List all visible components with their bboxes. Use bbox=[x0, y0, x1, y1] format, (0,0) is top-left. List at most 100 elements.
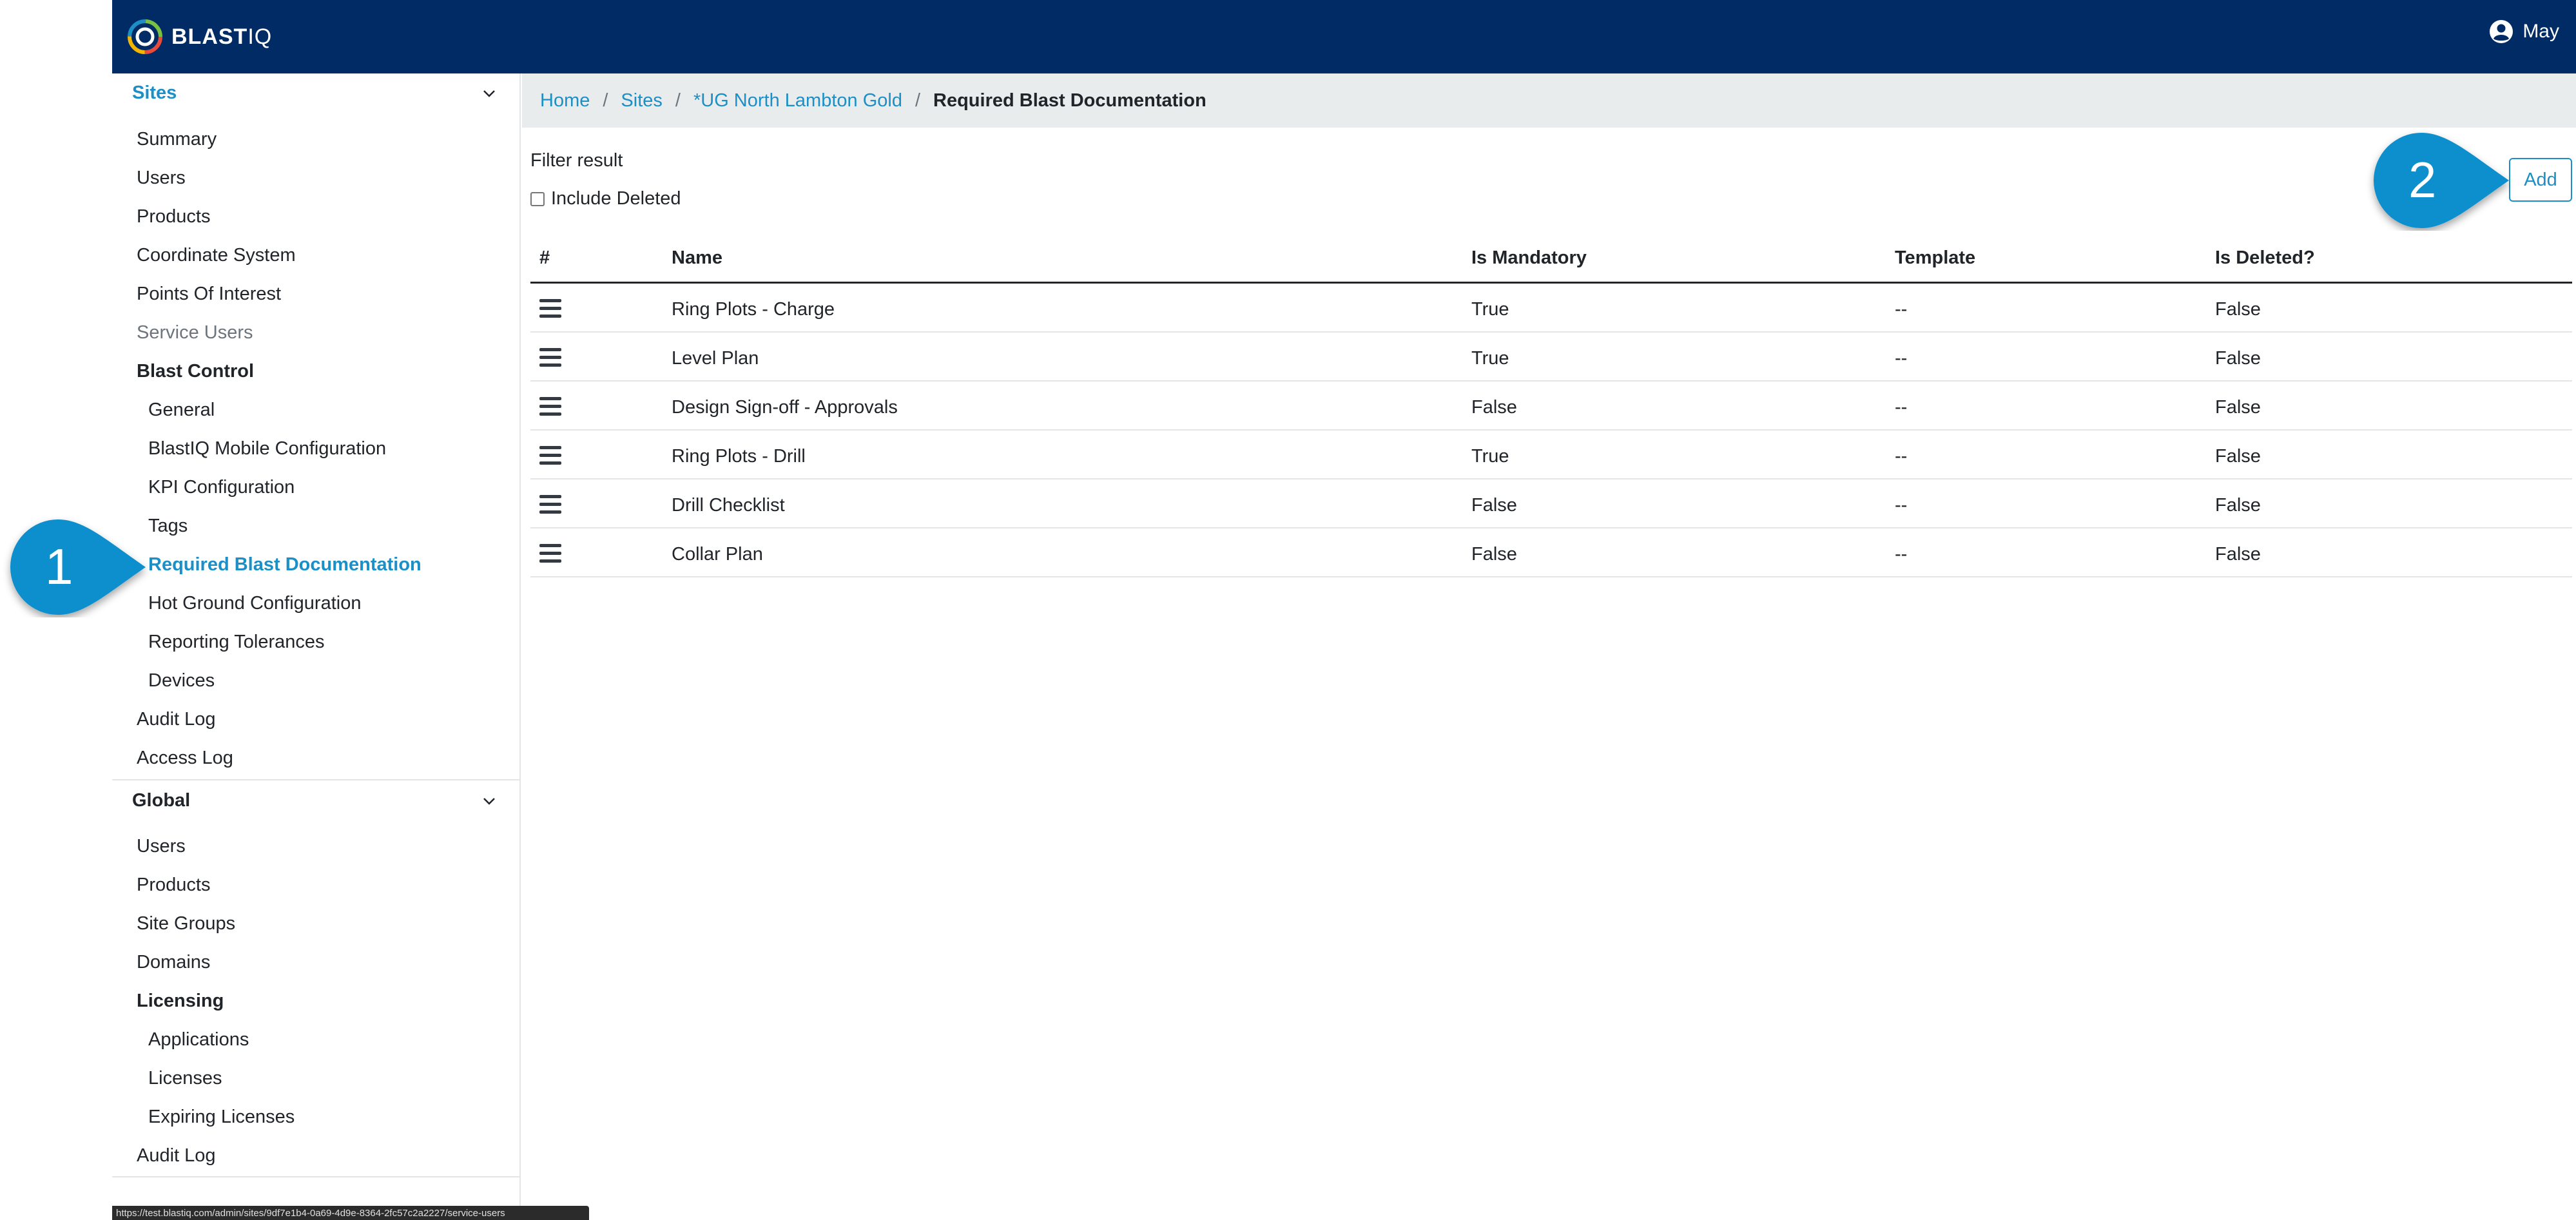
sidebar-item-global-products[interactable]: Products bbox=[137, 875, 210, 896]
sidebar-item-licenses[interactable]: Licenses bbox=[148, 1068, 222, 1089]
sidebar-section-sites[interactable]: Sites bbox=[112, 73, 519, 112]
cell-name: Ring Plots - Drill bbox=[672, 446, 806, 467]
sidebar-item-required-blast-documentation[interactable]: Required Blast Documentation bbox=[148, 554, 421, 576]
cell-is-deleted: False bbox=[2215, 348, 2261, 369]
user-name: May bbox=[2523, 21, 2559, 42]
include-deleted-label[interactable]: Include Deleted bbox=[551, 188, 681, 209]
sidebar-item-products[interactable]: Products bbox=[137, 206, 210, 228]
chevron-down-icon bbox=[483, 90, 495, 97]
column-header-template: Template bbox=[1895, 247, 1976, 268]
blastiq-logo-icon bbox=[128, 19, 162, 54]
user-avatar-icon bbox=[2490, 20, 2513, 43]
documents-table: # Name Is Mandatory Template Is Deleted?… bbox=[530, 240, 2572, 577]
column-header-is-deleted: Is Deleted? bbox=[2215, 247, 2315, 268]
sidebar-item-general[interactable]: General bbox=[148, 400, 215, 421]
cell-name: Level Plan bbox=[672, 348, 759, 369]
cell-template: -- bbox=[1895, 544, 1908, 565]
column-header-name: Name bbox=[672, 247, 722, 268]
cell-is-deleted: False bbox=[2215, 544, 2261, 565]
chevron-down-icon bbox=[483, 798, 495, 805]
table-row[interactable]: Level Plan True -- False bbox=[530, 333, 2572, 382]
callout-number: 2 bbox=[2408, 151, 2437, 208]
drag-handle-icon[interactable] bbox=[539, 544, 561, 563]
drag-handle-icon[interactable] bbox=[539, 299, 561, 318]
sidebar-item-points-of-interest[interactable]: Points Of Interest bbox=[137, 284, 281, 305]
sidebar-item-users[interactable]: Users bbox=[137, 168, 186, 189]
sidebar-section-global[interactable]: Global bbox=[112, 781, 519, 820]
cell-is-mandatory: True bbox=[1471, 348, 1509, 369]
sidebar-item-service-users[interactable]: Service Users bbox=[137, 322, 253, 344]
breadcrumb: Home / Sites / *UG North Lambton Gold / … bbox=[522, 73, 2576, 128]
table-body: Ring Plots - Charge True -- False Level Plan… bbox=[530, 284, 2572, 577]
table-row[interactable]: Drill Checklist False -- False bbox=[530, 479, 2572, 528]
breadcrumb-home[interactable]: Home bbox=[540, 90, 590, 111]
breadcrumb-separator: / bbox=[603, 90, 608, 111]
callout-shape bbox=[10, 519, 146, 615]
cell-name: Design Sign-off - Approvals bbox=[672, 397, 898, 418]
sidebar-item-expiring-licenses[interactable]: Expiring Licenses bbox=[148, 1107, 295, 1128]
table-row[interactable]: Design Sign-off - Approvals False -- False bbox=[530, 382, 2572, 431]
drag-handle-icon[interactable] bbox=[539, 495, 561, 514]
callout-marker: 1 bbox=[0, 517, 152, 617]
sidebar-item-kpi-configuration[interactable]: KPI Configuration bbox=[148, 477, 295, 498]
cell-is-mandatory: False bbox=[1471, 397, 1517, 418]
sidebar-item-applications[interactable]: Applications bbox=[148, 1029, 249, 1051]
sidebar-group-licensing: Licensing bbox=[137, 991, 224, 1011]
sidebar-item-site-groups[interactable]: Site Groups bbox=[137, 913, 235, 934]
table-row[interactable]: Ring Plots - Drill True -- False bbox=[530, 431, 2572, 479]
cell-name: Collar Plan bbox=[672, 544, 763, 565]
sidebar-item-global-users[interactable]: Users bbox=[137, 836, 186, 857]
cell-template: -- bbox=[1895, 446, 1908, 467]
callout-marker: 2 bbox=[2363, 130, 2515, 231]
cell-template: -- bbox=[1895, 495, 1908, 516]
breadcrumb-separator: / bbox=[915, 90, 921, 111]
callout-shape bbox=[2374, 133, 2509, 228]
brand-name-bold: BLAST bbox=[171, 24, 248, 49]
brand-name: BLASTIQ bbox=[171, 24, 272, 50]
cell-is-deleted: False bbox=[2215, 299, 2261, 320]
cell-template: -- bbox=[1895, 348, 1908, 369]
cell-is-mandatory: False bbox=[1471, 495, 1517, 516]
drag-handle-icon[interactable] bbox=[539, 348, 561, 367]
drag-handle-icon[interactable] bbox=[539, 446, 561, 465]
add-button[interactable]: Add bbox=[2509, 158, 2572, 202]
filter-title: Filter result bbox=[530, 150, 623, 171]
sidebar-item-global-audit-log[interactable]: Audit Log bbox=[137, 1145, 216, 1167]
brand-logo[interactable]: BLASTIQ bbox=[126, 18, 272, 55]
sidebar: Sites Summary Users Products Coordinate … bbox=[112, 73, 521, 1220]
cell-name: Drill Checklist bbox=[672, 495, 785, 516]
sidebar-item-summary[interactable]: Summary bbox=[137, 129, 217, 150]
top-navbar: BLASTIQ May bbox=[112, 0, 2576, 73]
sidebar-item-tags[interactable]: Tags bbox=[148, 516, 188, 537]
include-deleted-checkbox[interactable] bbox=[530, 191, 545, 206]
cell-is-deleted: False bbox=[2215, 446, 2261, 467]
cell-is-mandatory: True bbox=[1471, 446, 1509, 467]
sidebar-item-access-log[interactable]: Access Log bbox=[137, 748, 233, 769]
sidebar-item-devices[interactable]: Devices bbox=[148, 670, 215, 692]
column-header-index: # bbox=[539, 247, 550, 268]
drag-handle-icon[interactable] bbox=[539, 397, 561, 416]
column-header-is-mandatory: Is Mandatory bbox=[1471, 247, 1587, 268]
status-bar-url: https://test.blastiq.com/admin/sites/9df… bbox=[112, 1206, 589, 1220]
table-row[interactable]: Ring Plots - Charge True -- False bbox=[530, 284, 2572, 333]
breadcrumb-site[interactable]: *UG North Lambton Gold bbox=[693, 90, 902, 111]
cell-template: -- bbox=[1895, 397, 1908, 418]
include-deleted-row[interactable]: Include Deleted bbox=[530, 188, 681, 209]
sidebar-divider bbox=[112, 1176, 519, 1177]
cell-is-deleted: False bbox=[2215, 397, 2261, 418]
cell-is-deleted: False bbox=[2215, 495, 2261, 516]
sidebar-item-domains[interactable]: Domains bbox=[137, 952, 210, 973]
user-menu[interactable]: May bbox=[2489, 19, 2559, 44]
sidebar-item-reporting-tolerances[interactable]: Reporting Tolerances bbox=[148, 632, 325, 653]
sidebar-divider bbox=[112, 779, 519, 780]
sidebar-item-coordinate-system[interactable]: Coordinate System bbox=[137, 245, 296, 266]
sidebar-section-label: Global bbox=[132, 789, 191, 811]
table-row[interactable]: Collar Plan False -- False bbox=[530, 528, 2572, 577]
sidebar-group-blast-control: Blast Control bbox=[137, 361, 255, 382]
sidebar-item-mobile-configuration[interactable]: BlastIQ Mobile Configuration bbox=[148, 438, 386, 460]
table-header: # Name Is Mandatory Template Is Deleted? bbox=[530, 240, 2572, 284]
breadcrumb-sites[interactable]: Sites bbox=[621, 90, 662, 111]
sidebar-item-hot-ground-configuration[interactable]: Hot Ground Configuration bbox=[148, 593, 361, 614]
sidebar-item-audit-log[interactable]: Audit Log bbox=[137, 709, 216, 730]
breadcrumb-separator: / bbox=[675, 90, 681, 111]
